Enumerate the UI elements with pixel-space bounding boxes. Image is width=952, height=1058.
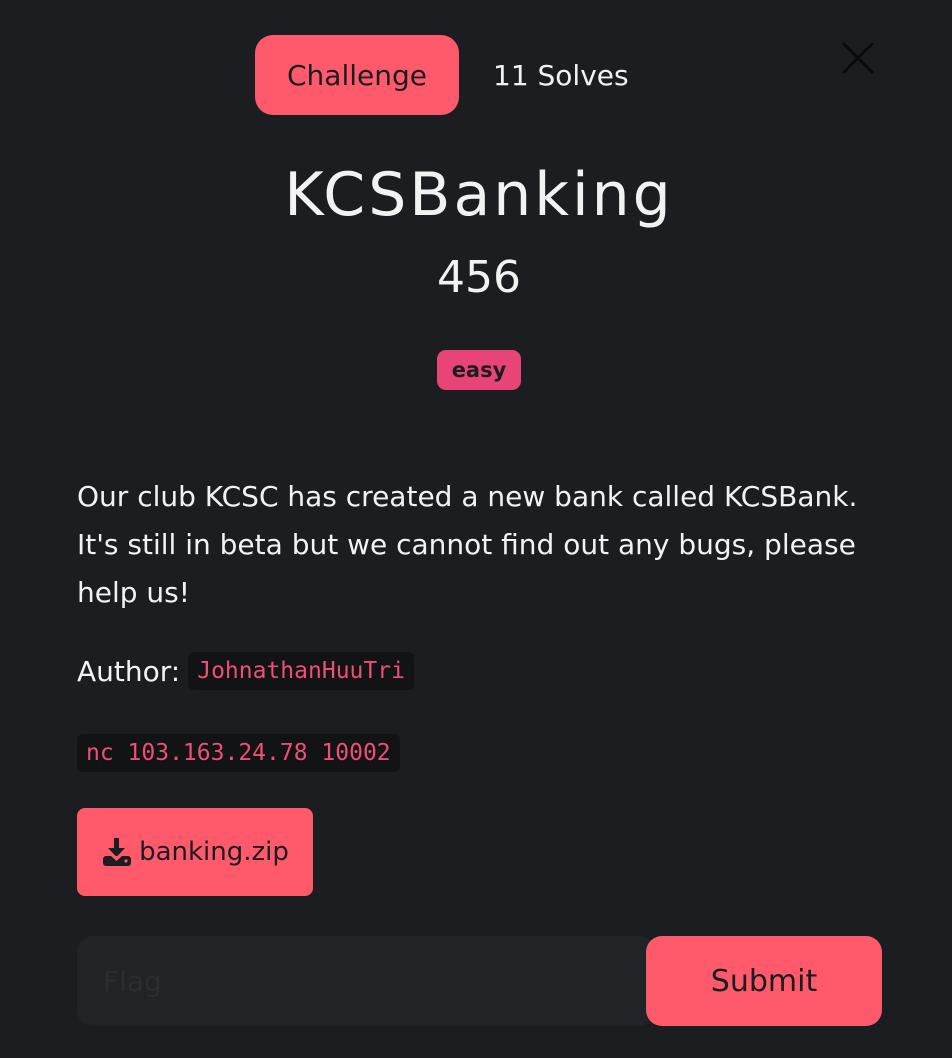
author-label: Author: (77, 654, 181, 688)
download-file-label: banking.zip (139, 837, 289, 867)
tab-challenge-label: Challenge (287, 58, 427, 92)
challenge-description: Our club KCSC has created a new bank cal… (77, 480, 858, 609)
submit-button[interactable]: Submit (646, 936, 882, 1026)
challenge-modal: Challenge 11 Solves KCSBanking 456 easy … (0, 0, 952, 1058)
author-name: JohnathanHuuTri (188, 652, 414, 690)
tab-solves[interactable]: 11 Solves (493, 59, 629, 92)
close-icon (841, 41, 875, 75)
connection-command: nc 103.163.24.78 10002 (77, 734, 400, 772)
close-button[interactable] (838, 38, 878, 78)
difficulty-badge-wrap: easy (0, 350, 952, 390)
difficulty-badge: easy (436, 350, 522, 390)
challenge-points: 456 (437, 252, 521, 303)
download-icon (103, 838, 132, 866)
author-line: Author: JohnathanHuuTri (77, 652, 414, 690)
tab-challenge[interactable]: Challenge (255, 35, 459, 115)
tab-solves-label: 11 Solves (493, 58, 629, 92)
modal-tabs: Challenge 11 Solves (255, 35, 629, 115)
challenge-title: KCSBanking (284, 160, 674, 230)
flag-input[interactable] (77, 936, 655, 1026)
download-file-button[interactable]: banking.zip (77, 808, 313, 896)
